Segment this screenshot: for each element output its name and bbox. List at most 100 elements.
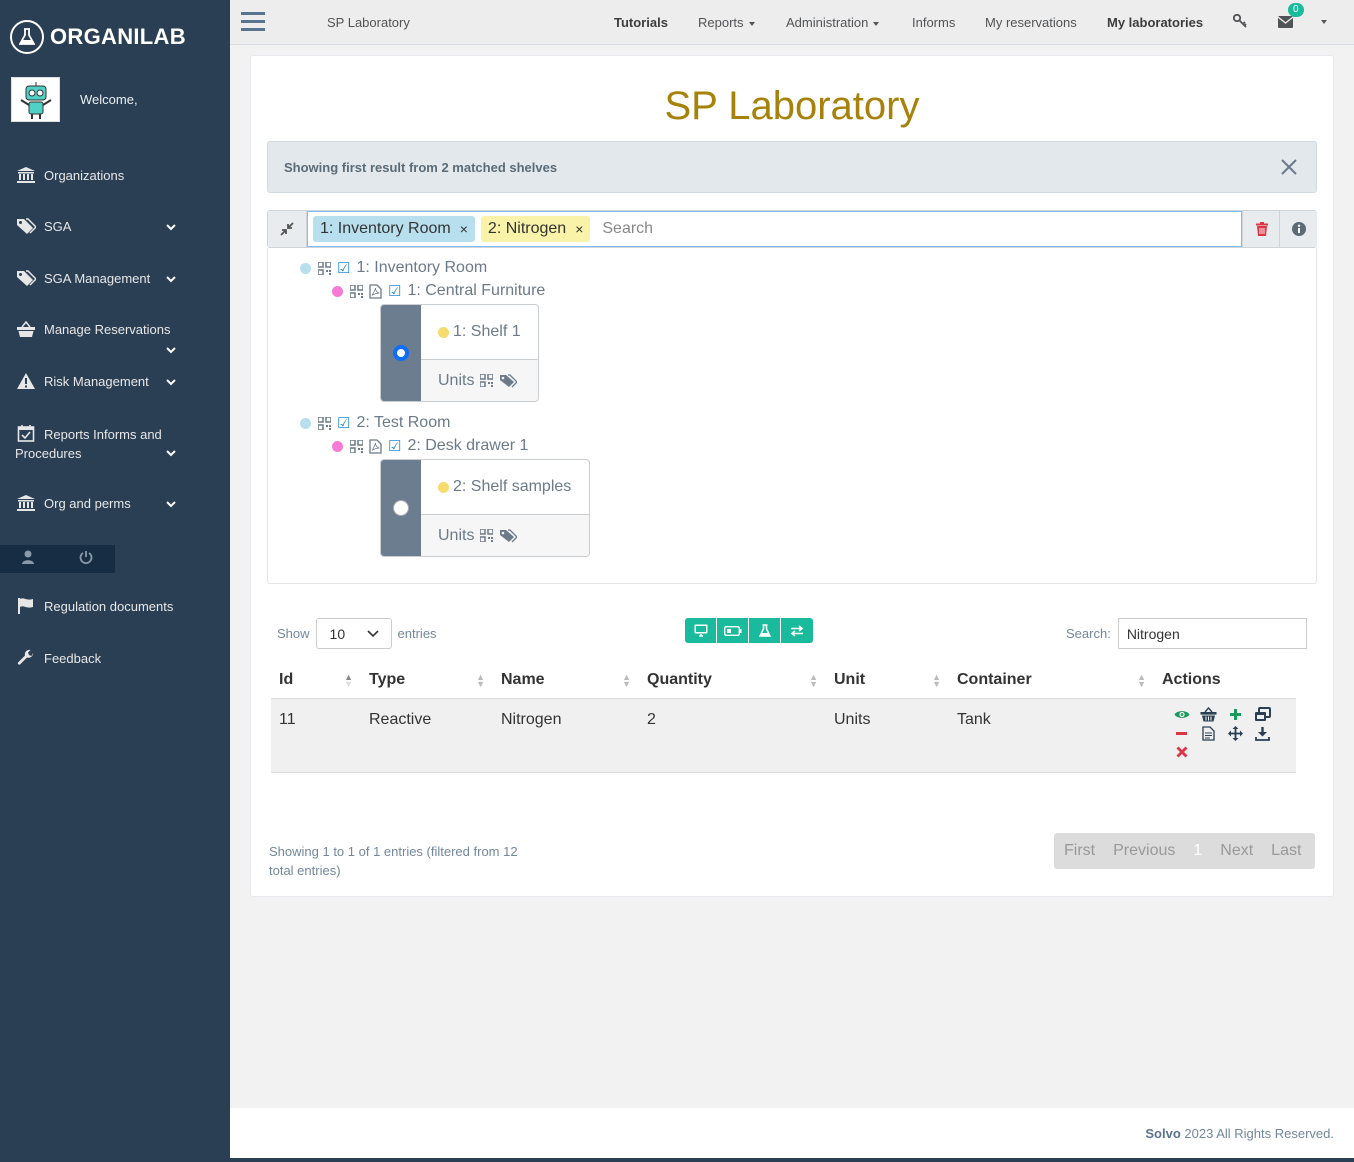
shelf-select[interactable] <box>381 460 421 556</box>
pagination-previous[interactable]: Previous <box>1113 842 1175 860</box>
column-header-name[interactable]: Name ▲ ▼ <box>493 662 639 699</box>
download-icon[interactable] <box>1249 724 1276 743</box>
column-header-quantity[interactable]: Quantity ▲ ▼ <box>639 662 826 699</box>
menu-toggle-icon[interactable] <box>241 11 265 38</box>
chevron-down-icon <box>166 276 176 283</box>
battery-button[interactable] <box>717 618 749 643</box>
footer: Solvo 2023 All Rights Reserved. <box>230 1108 1354 1158</box>
add-icon[interactable] <box>1222 705 1249 724</box>
shelf-search-bar: 1: Inventory Room × 2: Nitrogen × Search <box>267 210 1317 248</box>
exchange-icon <box>790 624 804 637</box>
bottom-bar <box>230 1158 1354 1162</box>
checkbox-checked-icon[interactable]: ☑ <box>337 414 350 432</box>
page-length-select[interactable]: 10 <box>315 618 392 649</box>
qrcode-icon[interactable] <box>480 374 494 387</box>
page-length-value: 10 <box>329 625 346 642</box>
sort-icon: ▲ ▼ <box>622 672 631 689</box>
sidebar-item-org-and-perms[interactable]: Org and perms <box>0 493 230 513</box>
sort-icon: ▲ ▼ <box>932 672 941 689</box>
envelope-icon[interactable] <box>1277 15 1294 33</box>
checkbox-checked-icon[interactable]: ☑ <box>388 437 401 455</box>
column-header-id[interactable]: Id ▲ ▼ <box>271 662 361 699</box>
pagination-next[interactable]: Next <box>1220 842 1253 860</box>
tree-room[interactable]: ☑ 2: Test Room <box>300 414 450 432</box>
basket-icon[interactable] <box>1195 705 1222 724</box>
key-icon[interactable] <box>1232 13 1247 33</box>
nav-my-reservations[interactable]: My reservations <box>985 15 1077 30</box>
room-label: 2: Test Room <box>356 414 451 431</box>
cell-id: 11 <box>271 698 361 773</box>
shelf-search-input[interactable]: 1: Inventory Room × 2: Nitrogen × Search <box>307 211 1242 247</box>
pdf-file-icon[interactable] <box>369 438 382 454</box>
flask-button[interactable] <box>749 618 781 643</box>
qrcode-icon[interactable] <box>318 416 331 430</box>
checkbox-checked-icon[interactable]: ☑ <box>337 259 350 277</box>
sidebar-item-manage-reservations[interactable]: Manage Reservations <box>0 319 230 354</box>
furniture-color-dot <box>332 440 343 452</box>
close-icon[interactable] <box>1280 158 1298 176</box>
delete-icon[interactable] <box>1168 743 1195 762</box>
brand-logo[interactable]: ORGANILAB <box>10 20 186 54</box>
search-tag[interactable]: 2: Nitrogen × <box>480 216 591 242</box>
tags-icon[interactable] <box>499 528 518 543</box>
remove-tag-icon[interactable]: × <box>575 221 583 237</box>
clone-icon[interactable] <box>1249 705 1276 724</box>
column-header-container[interactable]: Container ▲ ▼ <box>949 662 1154 699</box>
nav-informs[interactable]: Informs <box>912 15 955 30</box>
sidebar-item-regulation-documents[interactable]: Regulation documents <box>0 596 230 616</box>
pagination-current-page[interactable]: 1 <box>1193 842 1202 860</box>
sidebar-item-feedback[interactable]: Feedback <box>0 648 230 668</box>
alert-text: Showing first result from 2 matched shel… <box>284 160 558 175</box>
brand-name: ORGANILAB <box>50 24 186 49</box>
collapse-button[interactable] <box>268 211 307 247</box>
document-icon[interactable] <box>1195 724 1222 743</box>
room-label: 1: Inventory Room <box>356 259 488 276</box>
sidebar-item-sga-management[interactable]: SGA Management <box>0 268 230 288</box>
nav-administration[interactable]: Administration <box>786 15 880 30</box>
shelf-card[interactable]: 1: Shelf 1 Units <box>380 304 539 402</box>
move-icon[interactable] <box>1222 724 1249 743</box>
table-search-input[interactable]: Nitrogen <box>1117 618 1307 649</box>
transfer-button[interactable] <box>781 618 813 643</box>
info-icon <box>1291 222 1306 236</box>
checkbox-checked-icon[interactable]: ☑ <box>388 282 401 300</box>
tags-icon[interactable] <box>499 373 518 388</box>
search-label: Search: <box>1066 626 1111 641</box>
shelf-card[interactable]: 2: Shelf samples Units <box>380 459 590 557</box>
pagination-last[interactable]: Last <box>1271 842 1301 860</box>
nav-tutorials[interactable]: Tutorials <box>614 15 668 30</box>
qrcode-icon[interactable] <box>318 261 331 275</box>
tree-furniture[interactable]: ☑ 1: Central Furniture <box>332 282 545 300</box>
user-icon[interactable] <box>22 550 35 569</box>
nav-my-laboratories[interactable]: My laboratories <box>1107 15 1203 30</box>
qrcode-icon[interactable] <box>350 284 363 298</box>
nav-reports[interactable]: Reports <box>698 15 755 30</box>
tags-icon <box>15 218 37 234</box>
tree-room[interactable]: ☑ 1: Inventory Room <box>300 259 487 277</box>
shelf-select[interactable] <box>381 305 421 401</box>
sidebar-item-risk-management[interactable]: Risk Management <box>0 371 230 391</box>
info-button[interactable] <box>1279 211 1317 247</box>
sidebar-item-reports[interactable]: Reports Informs and Procedures <box>0 423 230 461</box>
qrcode-icon[interactable] <box>350 439 363 453</box>
sidebar-item-sga[interactable]: SGA <box>0 216 230 236</box>
search-tag[interactable]: 1: Inventory Room × <box>313 216 475 242</box>
subtract-icon[interactable] <box>1168 724 1195 743</box>
column-header-unit[interactable]: Unit ▲ ▼ <box>826 662 949 699</box>
qrcode-icon[interactable] <box>480 529 494 542</box>
remove-tag-icon[interactable]: × <box>460 221 468 237</box>
pagination-first[interactable]: First <box>1064 842 1095 860</box>
column-header-type[interactable]: Type ▲ ▼ <box>361 662 493 699</box>
view-icon[interactable] <box>1168 705 1195 724</box>
user-menu-caret-icon[interactable] <box>1321 20 1327 24</box>
chevron-down-icon <box>166 450 176 457</box>
flag-icon <box>15 597 37 615</box>
pdf-file-icon[interactable] <box>369 283 382 299</box>
shelf-radio[interactable] <box>393 345 409 361</box>
sidebar-item-organizations[interactable]: Organizations <box>0 165 230 185</box>
tree-furniture[interactable]: ☑ 2: Desk drawer 1 <box>332 437 528 455</box>
desktop-button[interactable] <box>685 618 717 643</box>
clear-search-button[interactable] <box>1242 211 1280 247</box>
power-icon[interactable] <box>79 550 93 569</box>
shelf-radio[interactable] <box>393 500 409 516</box>
